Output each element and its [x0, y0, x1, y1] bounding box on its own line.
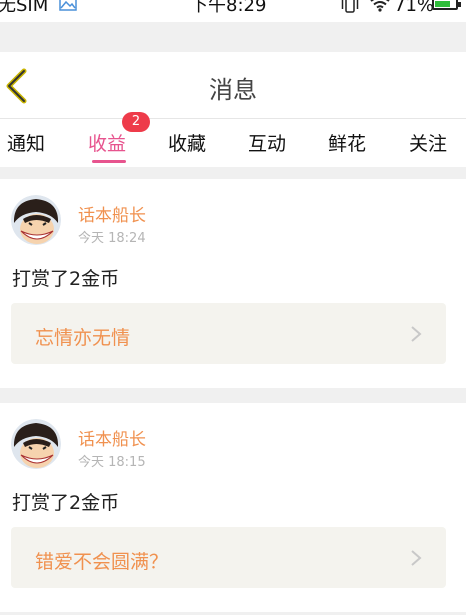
- sender-name[interactable]: 话本船长: [78, 201, 146, 226]
- page-title: 消息: [209, 76, 257, 104]
- sender-name[interactable]: 话本船长: [78, 425, 146, 450]
- article-link[interactable]: 忘情亦无情: [11, 303, 446, 364]
- active-tab-indicator: [92, 160, 126, 163]
- avatar[interactable]: [11, 419, 61, 469]
- tab-notifications[interactable]: 通知: [7, 129, 45, 156]
- message-text: 打赏了2金币: [12, 268, 120, 290]
- message-text: 打赏了2金币: [12, 492, 120, 514]
- clock: 下午8:29: [190, 0, 267, 16]
- chevron-right-icon: [411, 326, 422, 342]
- avatar[interactable]: [11, 195, 61, 245]
- chevron-right-icon: [411, 550, 422, 566]
- message-time: 今天 18:24: [78, 231, 146, 246]
- image-notification-icon: [59, 0, 77, 11]
- vibrate-icon: [341, 0, 359, 13]
- battery-percentage: 71%: [394, 0, 435, 16]
- wifi-icon: [370, 0, 390, 12]
- battery-icon: [432, 0, 461, 10]
- article-title: 忘情亦无情: [35, 327, 131, 349]
- tab-interactions[interactable]: 互动: [248, 129, 286, 156]
- message-card: 话本船长 今天 18:24 打赏了2金币 忘情亦无情: [0, 179, 466, 388]
- article-title: 错爱不会圆满？: [35, 551, 169, 573]
- tab-favorites[interactable]: 收藏: [168, 129, 206, 156]
- tab-bar: 通知 收益 收藏 互动 鲜花 关注: [0, 119, 466, 167]
- navigation-header: 消息: [0, 52, 466, 119]
- avatar-icon: [11, 195, 61, 245]
- carrier-label: 无SIM: [0, 0, 49, 16]
- tab-earnings[interactable]: 收益: [88, 129, 126, 156]
- article-link[interactable]: 错爱不会圆满？: [11, 527, 446, 588]
- message-time: 今天 18:15: [78, 455, 146, 470]
- status-bar: 无SIM 下午8:29 71%: [0, 0, 466, 22]
- avatar-icon: [11, 419, 61, 469]
- tab-follows[interactable]: 关注: [409, 129, 447, 156]
- tab-flowers[interactable]: 鲜花: [328, 129, 366, 156]
- message-card: 话本船长 今天 18:15 打赏了2金币 错爱不会圆满？: [0, 403, 466, 612]
- earnings-badge: 2: [122, 112, 150, 132]
